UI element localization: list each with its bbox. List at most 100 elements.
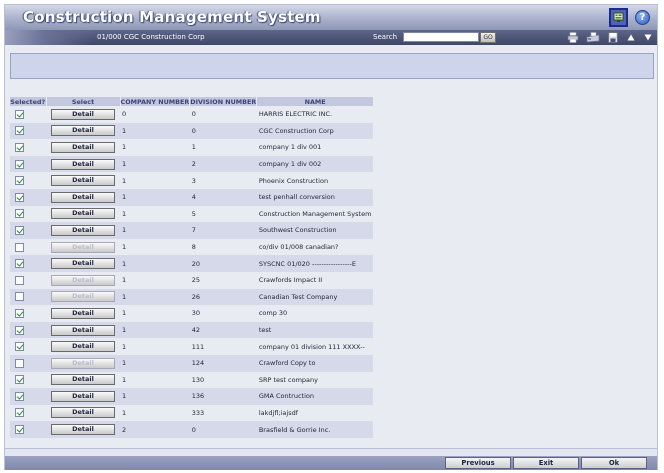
detail-button[interactable]: Detail (51, 324, 115, 336)
name-cell: Crawford Copy to (256, 354, 374, 372)
table-row: Detail 1 42 test (10, 321, 374, 339)
select-cell: Detail (46, 205, 120, 223)
detail-button: Detail (51, 291, 115, 303)
header-selected[interactable]: Selected? (10, 97, 47, 106)
selected-checkbox[interactable] (15, 259, 24, 269)
selected-checkbox[interactable] (15, 225, 24, 235)
selected-cell (10, 106, 46, 123)
detail-button[interactable]: Detail (51, 175, 115, 187)
detail-button[interactable]: Detail (51, 374, 115, 386)
table-body: Detail 0 0 HARRIS ELECTRIC INC. Detail 1 0 CGC … (10, 106, 374, 438)
help-icon: ? (635, 10, 650, 25)
selected-checkbox[interactable] (15, 325, 24, 335)
selected-checkbox[interactable] (15, 292, 24, 302)
print-button[interactable] (566, 31, 580, 44)
exit-button[interactable]: Exit (513, 457, 579, 469)
division-number-cell: 333 (189, 404, 257, 422)
selected-checkbox[interactable] (15, 159, 24, 169)
selected-checkbox[interactable] (15, 391, 24, 401)
detail-button[interactable]: Detail (51, 141, 115, 153)
ok-button[interactable]: Ok (581, 457, 647, 469)
selected-checkbox[interactable] (15, 425, 24, 435)
header-company-number[interactable]: COMPANY NUMBER (120, 97, 191, 106)
table-row: Detail 1 8 co/div 01/008 canadian? (10, 238, 374, 256)
selected-cell (10, 388, 46, 405)
selected-cell (10, 139, 46, 156)
selected-cell (10, 205, 46, 223)
detail-button[interactable]: Detail (51, 407, 115, 419)
table-row: Detail 2 0 Brasfield & Gorrie Inc. (10, 421, 374, 438)
selected-cell (10, 271, 46, 289)
select-cell: Detail (46, 404, 120, 422)
detail-button[interactable]: Detail (51, 424, 115, 436)
name-cell: Southwest Construction (256, 222, 374, 239)
scroll-down-button[interactable] (641, 31, 654, 44)
detail-button[interactable]: Detail (51, 258, 115, 270)
selected-checkbox[interactable] (15, 209, 24, 219)
header-name[interactable]: NAME (256, 97, 374, 106)
table-row: Detail 1 2 company 1 div 002 (10, 155, 374, 173)
selected-checkbox[interactable] (15, 342, 24, 352)
table-row: Detail 1 26 Canadian Test Company (10, 288, 374, 306)
table-row: Detail 1 4 test penhall conversion (10, 188, 374, 206)
select-cell: Detail (46, 238, 120, 256)
selected-checkbox[interactable] (15, 109, 24, 119)
save-button[interactable] (606, 31, 619, 44)
header-division-number[interactable]: DIVISION NUMBER (189, 97, 258, 106)
selected-checkbox[interactable] (15, 192, 24, 202)
detail-button[interactable]: Detail (51, 125, 115, 137)
selected-checkbox[interactable] (15, 375, 24, 385)
name-cell: Phoenix Construction (256, 172, 374, 189)
name-cell: company 01 division 111 XXXX-- (256, 338, 374, 355)
table-row: Detail 1 333 lakdjfl;iajsdf (10, 404, 374, 422)
monitor-button[interactable] (609, 8, 628, 27)
table-row: Detail 1 124 Crawford Copy to (10, 354, 374, 372)
detail-button[interactable]: Detail (51, 390, 115, 402)
selected-checkbox[interactable] (15, 126, 24, 136)
select-cell: Detail (46, 255, 120, 272)
go-button[interactable]: GO (480, 32, 496, 43)
fax-button[interactable] (585, 31, 601, 44)
selected-checkbox[interactable] (15, 142, 24, 152)
selected-cell (10, 155, 46, 173)
detail-button[interactable]: Detail (51, 158, 115, 170)
search-input[interactable] (403, 32, 479, 42)
selected-cell (10, 354, 46, 372)
detail-button: Detail (51, 274, 115, 286)
save-icon (607, 32, 618, 43)
selected-cell (10, 404, 46, 422)
table-row: Detail 1 30 comp 30 (10, 305, 374, 322)
select-cell: Detail (46, 338, 120, 355)
select-cell: Detail (46, 371, 120, 389)
company-number-cell: 1 (120, 388, 190, 405)
selected-cell (10, 122, 46, 140)
detail-button[interactable]: Detail (51, 108, 115, 120)
header-select[interactable]: Select (46, 97, 121, 106)
company-number-cell: 1 (120, 371, 190, 389)
detail-button[interactable]: Detail (51, 208, 115, 220)
selected-checkbox[interactable] (15, 176, 24, 186)
division-number-cell: 111 (189, 338, 257, 355)
selected-cell (10, 255, 46, 272)
selected-checkbox[interactable] (15, 275, 24, 285)
fax-icon (586, 32, 600, 43)
company-number-cell: 1 (120, 271, 190, 289)
scroll-up-button[interactable] (624, 31, 637, 44)
name-cell: Construction Management System (256, 205, 374, 223)
detail-button[interactable]: Detail (51, 307, 115, 319)
select-cell: Detail (46, 172, 120, 189)
detail-button[interactable]: Detail (51, 341, 115, 353)
name-cell: company 1 div 002 (256, 155, 374, 173)
selected-checkbox[interactable] (15, 408, 24, 418)
division-number-cell: 1 (189, 139, 257, 156)
selected-checkbox[interactable] (15, 242, 24, 252)
detail-button[interactable]: Detail (51, 224, 115, 236)
division-number-cell: 130 (189, 371, 257, 389)
selected-checkbox[interactable] (15, 358, 24, 368)
detail-button[interactable]: Detail (51, 191, 115, 203)
help-button[interactable]: ? (633, 8, 652, 27)
previous-button[interactable]: Previous (445, 457, 511, 469)
selected-checkbox[interactable] (15, 308, 24, 318)
company-number-cell: 1 (120, 238, 190, 256)
company-number-cell: 1 (120, 172, 190, 189)
